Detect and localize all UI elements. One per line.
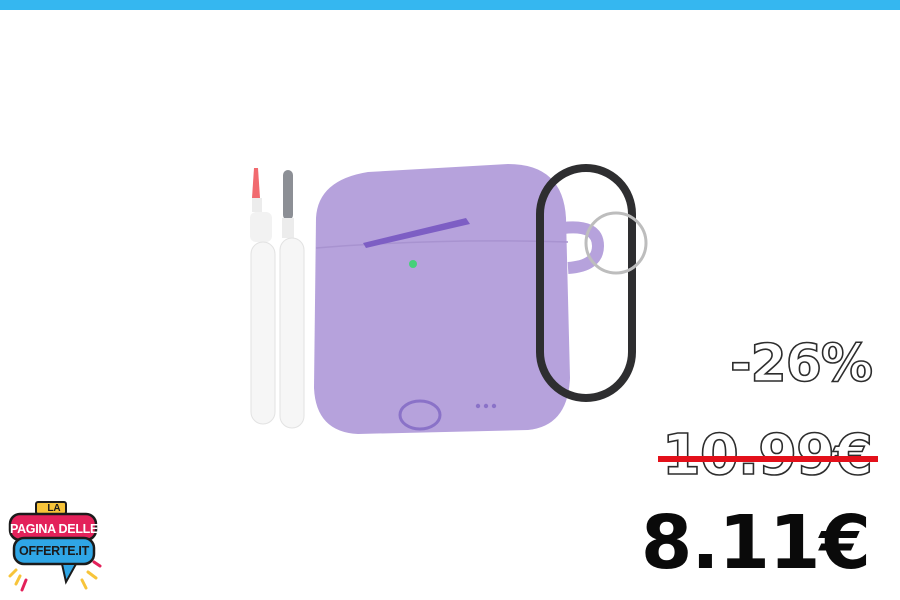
case-body [314, 164, 605, 434]
cleaning-pen-red [250, 168, 276, 425]
strikethrough-line [657, 456, 878, 462]
old-price: 10.99€ [657, 427, 878, 484]
product-image [238, 158, 658, 443]
airpods-case-icon [250, 164, 648, 434]
discount-badge: -26% [729, 334, 874, 394]
brand-logo: LA PAGINA DELLE OFFERTE.IT [6, 500, 102, 596]
cleaning-pen-brush [279, 170, 305, 429]
logo-text-top: LA [47, 503, 61, 514]
logo-text-line1: PAGINA DELLE [9, 522, 99, 536]
top-accent-bar [0, 0, 900, 10]
logo-text-line2: OFFERTE.IT [19, 544, 89, 558]
new-price: 8.11€ [640, 500, 871, 586]
